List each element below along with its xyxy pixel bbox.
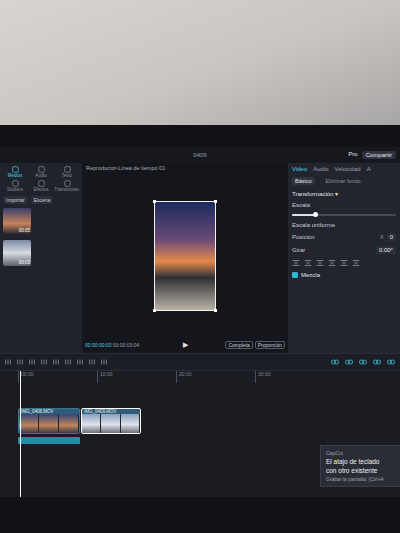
align-icon[interactable] <box>304 259 312 267</box>
tool-icon[interactable] <box>28 358 36 366</box>
scale-label: Escala <box>292 202 396 208</box>
tool-icon[interactable] <box>40 358 48 366</box>
timeline: 00:0010:0020:0030:00 IMG_0408.MOVIMG_0409… <box>0 371 400 497</box>
blend-checkbox[interactable] <box>292 272 298 278</box>
video-frame[interactable] <box>154 201 216 311</box>
laptop-bezel: 0409ProCompartirMediosAudioTextoStickers… <box>0 125 400 533</box>
player: Reproductor-Línea de tiempo 01 00:00:00:0… <box>82 163 288 353</box>
align-icon[interactable] <box>328 259 336 267</box>
rotate-field[interactable]: 0.00° <box>376 246 396 254</box>
media-item[interactable]: 00:03 <box>3 240 31 266</box>
inspector-tab[interactable]: Velocidad <box>335 166 361 172</box>
tab-icon <box>38 180 45 187</box>
media-item[interactable]: 00:05 <box>3 208 31 234</box>
toast-app: CapCut <box>326 450 395 456</box>
tool-icon[interactable] <box>16 358 24 366</box>
main-area: MediosAudioTextoStickersEfectosTransicio… <box>0 163 400 354</box>
align-icon[interactable] <box>316 259 324 267</box>
import-button[interactable]: Importar <box>3 196 28 204</box>
align-icon[interactable] <box>340 259 348 267</box>
tab-icon <box>12 180 19 187</box>
tool-icon[interactable] <box>64 358 72 366</box>
time-ruler: 00:0010:0020:0030:00 <box>18 371 400 383</box>
media-tab[interactable]: Transiciones <box>55 180 79 192</box>
player-controls: 00:00:00:00 00:00:03:04▶ CompletaProporci… <box>82 339 288 353</box>
tool-icon[interactable] <box>100 358 108 366</box>
inspector-subtabs: Básico Eliminar fondo <box>292 177 396 185</box>
media-tab[interactable]: Stickers <box>3 180 27 192</box>
ruler-tick: 20:00 <box>176 371 255 383</box>
media-tab[interactable]: Texto <box>55 166 79 178</box>
player-title: Reproductor-Línea de tiempo 01 <box>82 163 288 173</box>
scale-slider[interactable] <box>292 214 396 216</box>
tool-icon[interactable] <box>4 358 12 366</box>
ruler-tick: 10:00 <box>97 371 176 383</box>
pro-badge[interactable]: Pro <box>348 151 357 159</box>
align-icon[interactable] <box>352 259 360 267</box>
blend-row: Mezcla <box>292 272 396 278</box>
section-title: Transformación ▾ <box>292 190 396 197</box>
tool-icon[interactable] <box>52 358 60 366</box>
timeline-clip[interactable]: IMG_0408.MOV <box>18 408 80 434</box>
preview-stage <box>82 173 288 339</box>
capcut-window: 0409ProCompartirMediosAudioTextoStickers… <box>0 147 400 497</box>
tab-icon <box>64 166 71 173</box>
rotate-row: Girar0.00° <box>292 246 396 254</box>
link-icon[interactable] <box>330 358 340 366</box>
shortcut-toast: CapCut El atajo de teclado con otro existe… <box>320 445 400 487</box>
uniform-scale-label: Escala uniforme <box>292 222 396 228</box>
timeline-clip[interactable]: IMG_0409.MOV <box>81 408 141 434</box>
tab-icon <box>64 180 71 187</box>
share-button[interactable]: Compartir <box>362 151 396 159</box>
link-icon[interactable] <box>344 358 354 366</box>
link-icon[interactable] <box>358 358 368 366</box>
media-panel: MediosAudioTexto StickersEfectosTransicio… <box>0 163 82 353</box>
subtab[interactable]: Eliminar fondo <box>323 177 364 185</box>
media-tab[interactable]: Audio <box>29 166 53 178</box>
timeline-toolbar <box>0 354 400 371</box>
subtab[interactable]: Básico <box>292 177 315 185</box>
toast-message: con otro existente <box>326 467 395 474</box>
inspector-tabs: Video Audio Velocidad A <box>292 166 396 172</box>
timecode: 00:00:00:00 00:00:03:04 <box>85 342 180 348</box>
playhead[interactable] <box>20 371 21 497</box>
photo: 0409ProCompartirMediosAudioTextoStickers… <box>0 0 400 533</box>
ruler-tick: 30:00 <box>255 371 334 383</box>
link-icon[interactable] <box>372 358 382 366</box>
media-tab[interactable]: Medios <box>3 166 27 178</box>
tool-icon[interactable] <box>88 358 96 366</box>
tab-icon <box>12 166 19 173</box>
inspector-tab[interactable]: A <box>367 166 371 172</box>
title-bar: 0409 Pro Compartir <box>0 147 400 163</box>
media-list: 00:05 00:03 <box>3 208 79 266</box>
ruler-tick: 00:00 <box>18 371 97 383</box>
full-button[interactable]: Completa <box>225 341 252 349</box>
tab-icon <box>38 166 45 173</box>
project-title: 0409 <box>135 152 266 158</box>
play-button[interactable]: ▶ <box>183 341 188 349</box>
media-tabs: MediosAudioTexto StickersEfectosTransicio… <box>3 166 79 192</box>
wall <box>0 0 400 125</box>
scene-button[interactable]: Escena <box>31 196 54 204</box>
media-tab[interactable]: Efectos <box>29 180 53 192</box>
position-row: PosiciónX 0 <box>292 233 396 241</box>
inspector-tab[interactable]: Audio <box>313 166 328 172</box>
inspector: Video Audio Velocidad A Básico Eliminar fondo… <box>288 163 400 353</box>
audio-track[interactable] <box>18 437 80 444</box>
media-actions: ImportarEscena <box>3 196 79 204</box>
tool-icon[interactable] <box>76 358 84 366</box>
ratio-button[interactable]: Proporción <box>255 341 285 349</box>
toast-hint: Grabar la pantalla: [Ctrl+A <box>326 476 395 482</box>
inspector-tab[interactable]: Video <box>292 166 307 172</box>
align-buttons <box>292 259 396 267</box>
video-track: IMG_0408.MOVIMG_0409.MOV <box>18 408 400 434</box>
position-x-field[interactable]: 0 <box>387 233 396 241</box>
align-icon[interactable] <box>292 259 300 267</box>
link-icon[interactable] <box>386 358 396 366</box>
toast-message: El atajo de teclado <box>326 458 395 465</box>
